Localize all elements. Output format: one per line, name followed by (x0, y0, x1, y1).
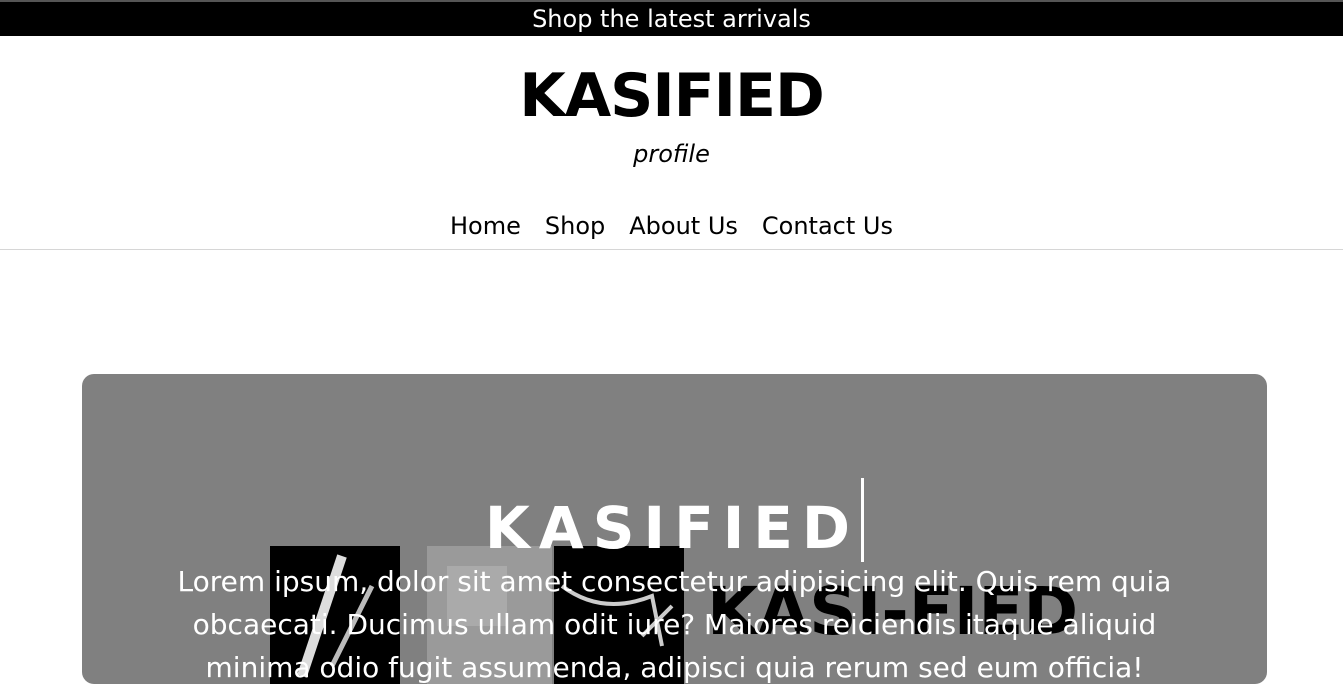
nav-shop-link[interactable]: Shop (545, 206, 605, 249)
nav-contact-link[interactable]: Contact Us (762, 206, 893, 249)
site-title[interactable]: KASIFIED (0, 56, 1343, 136)
hero-description: Lorem ipsum, dolor sit amet consectetur … (177, 565, 1172, 684)
nav-home-link[interactable]: Home (450, 206, 521, 249)
hero-title-text: KASIFIED (484, 494, 860, 562)
announcement-bar: Shop the latest arrivals (0, 0, 1343, 36)
hero-banner: KASI-FIED KASIFIED Lorem ipsum, dolor si… (82, 374, 1267, 684)
announcement-text: Shop the latest arrivals (532, 5, 811, 33)
typing-caret (861, 478, 865, 562)
hero-title: KASIFIED (82, 478, 1267, 566)
site-subtitle: profile (633, 140, 710, 168)
nav-about-link[interactable]: About Us (629, 206, 738, 249)
main-nav: Home Shop About Us Contact Us (0, 206, 1343, 250)
